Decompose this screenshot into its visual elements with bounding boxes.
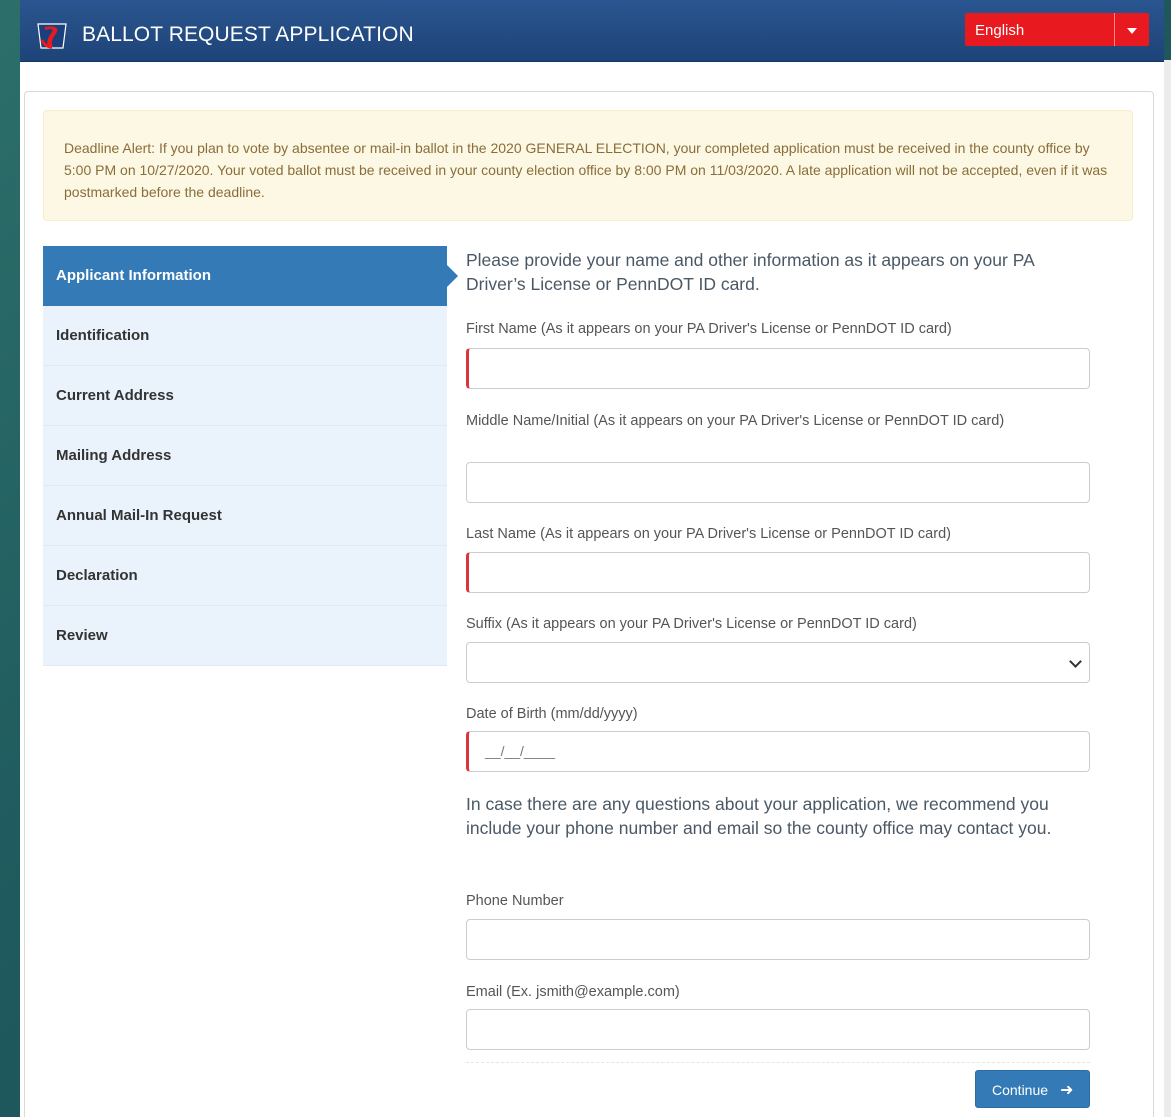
form-divider: [466, 1062, 1090, 1063]
nav-item-label: Mailing Address: [56, 447, 172, 464]
continue-button-label: Continue: [992, 1082, 1049, 1098]
suffix-select[interactable]: [466, 642, 1090, 683]
pa-keystone-logo-icon: [37, 23, 67, 49]
caret-down-icon[interactable]: [1127, 28, 1137, 34]
phone-field[interactable]: [466, 919, 1090, 960]
continue-button[interactable]: Continue ➜: [975, 1070, 1090, 1108]
language-select-divider: [1114, 13, 1115, 46]
phone-label: Phone Number: [466, 893, 564, 909]
form-intro: Please provide your name and other infor…: [466, 250, 1034, 294]
language-select[interactable]: English: [965, 13, 1149, 46]
date-of-birth-mask: __/__/____: [485, 743, 556, 759]
app-window: BALLOT REQUEST APPLICATION English Deadl…: [20, 0, 1164, 1117]
page-scrollbar[interactable]: [1164, 60, 1171, 1117]
deadline-alert: Deadline Alert: If you plan to vote by a…: [43, 110, 1133, 221]
nav-item-mailing-address[interactable]: Mailing Address: [43, 426, 447, 486]
last-name-field[interactable]: [466, 552, 1090, 593]
nav-item-label: Current Address: [56, 387, 174, 404]
email-label: Email (Ex. jsmith@example.com): [466, 984, 680, 1000]
nav-item-review[interactable]: Review: [43, 606, 447, 666]
top-header-bar: BALLOT REQUEST APPLICATION English: [20, 0, 1164, 62]
contact-note: In case there are any questions about yo…: [466, 794, 1052, 838]
suffix-label: Suffix (As it appears on your PA Driver'…: [466, 616, 917, 632]
arrow-right-icon: ➜: [1060, 1082, 1074, 1099]
nav-item-declaration[interactable]: Declaration: [43, 546, 447, 606]
nav-item-identification[interactable]: Identification: [43, 306, 447, 366]
nav-item-label: Declaration: [56, 567, 138, 584]
language-selected-value: English: [975, 22, 1025, 39]
app-title: BALLOT REQUEST APPLICATION: [82, 23, 414, 46]
nav-item-label: Applicant Information: [56, 267, 211, 284]
chevron-down-icon: [1069, 655, 1082, 668]
middle-name-label: Middle Name/Initial (As it appears on yo…: [466, 413, 1005, 429]
date-of-birth-field[interactable]: __/__/____: [466, 731, 1090, 772]
dob-label: Date of Birth (mm/dd/yyyy): [466, 706, 638, 722]
first-name-field[interactable]: [466, 348, 1090, 389]
last-name-label: Last Name (As it appears on your PA Driv…: [466, 526, 951, 542]
middle-name-field[interactable]: [466, 462, 1090, 503]
nav-item-current-address[interactable]: Current Address: [43, 366, 447, 426]
first-name-label: First Name (As it appears on your PA Dri…: [466, 321, 952, 337]
nav-item-label: Review: [56, 627, 108, 644]
nav-item-applicant-information[interactable]: Applicant Information: [43, 246, 458, 306]
nav-item-label: Annual Mail-In Request: [56, 507, 222, 524]
email-field[interactable]: [466, 1009, 1090, 1050]
nav-item-annual-mail-in-request[interactable]: Annual Mail-In Request: [43, 486, 447, 546]
nav-item-label: Identification: [56, 327, 150, 344]
step-navigation: Applicant Information Identification Cur…: [43, 246, 458, 666]
deadline-alert-text: Deadline Alert: If you plan to vote by a…: [64, 140, 1108, 200]
